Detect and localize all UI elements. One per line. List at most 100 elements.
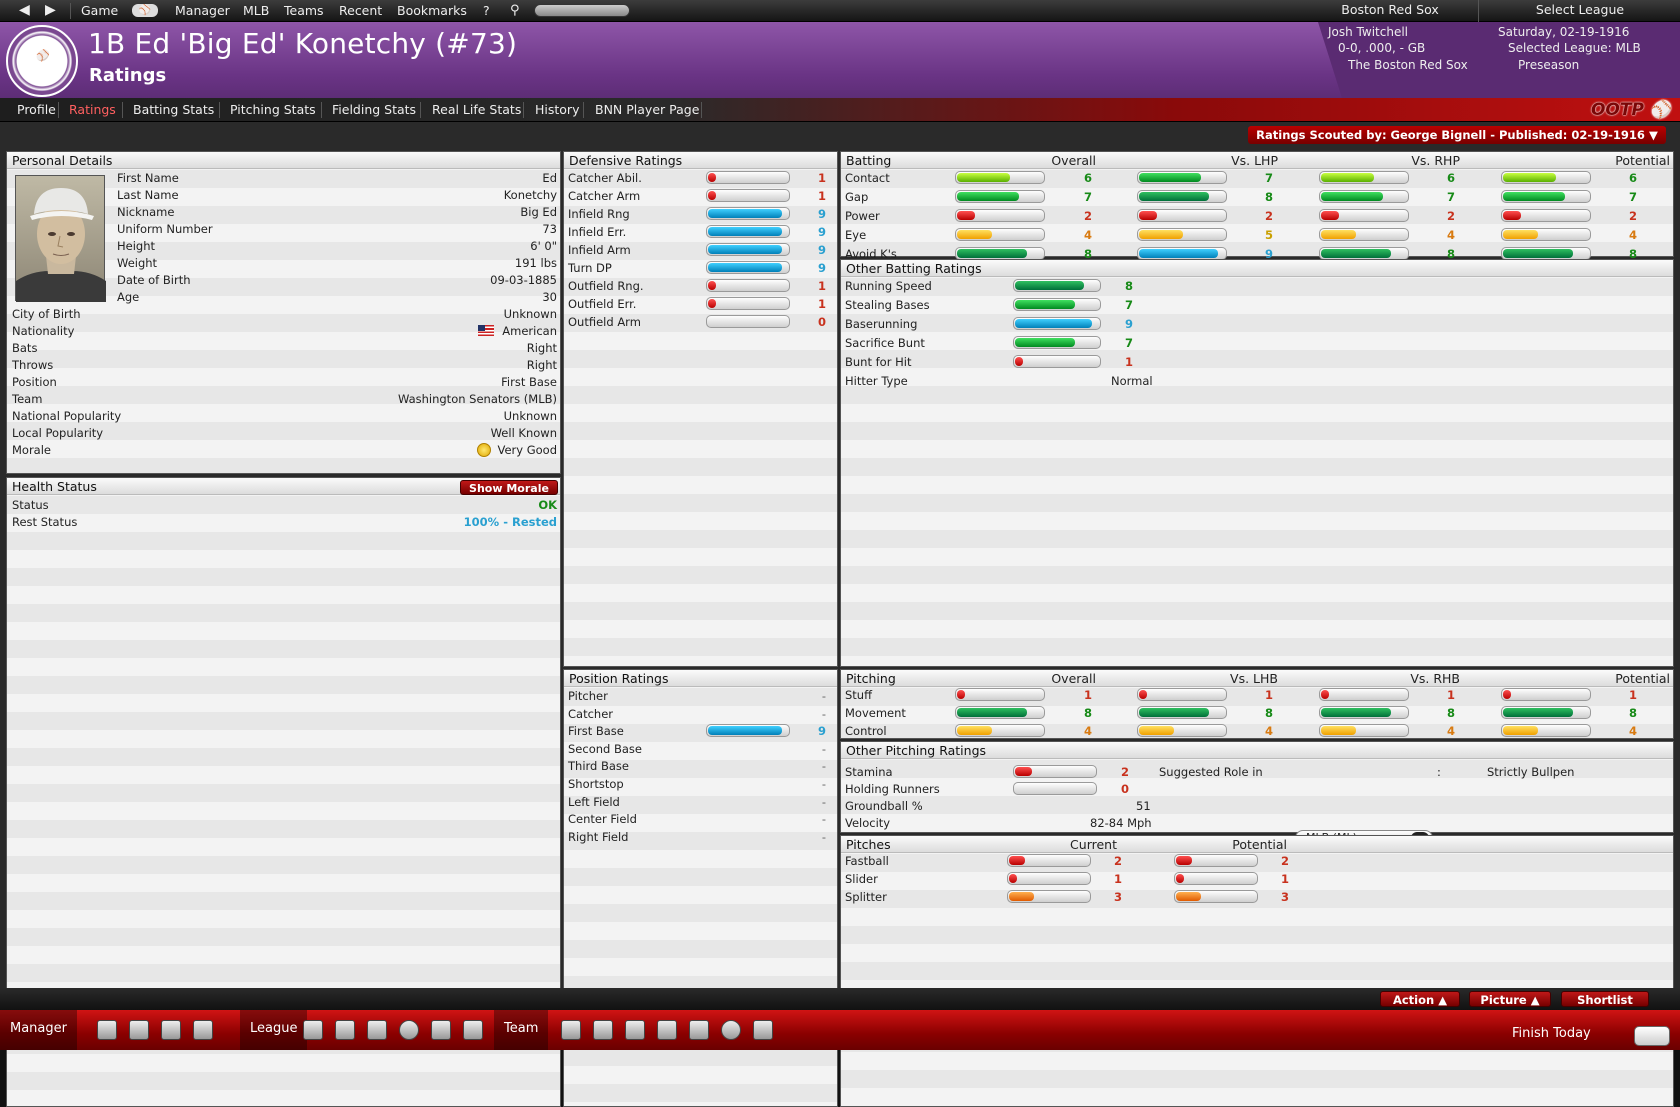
search-icon[interactable]: ⚲ [510, 0, 520, 22]
forward-arrow-icon[interactable]: ▶ [45, 0, 56, 22]
tab-history[interactable]: History [535, 98, 579, 122]
taskbar-team[interactable]: Team [494, 1010, 549, 1050]
chart-icon[interactable] [367, 1020, 387, 1040]
holding-runners-label: Holding Runners [845, 782, 940, 796]
finish-today-label[interactable]: Finish Today [1512, 1010, 1591, 1050]
personal-value-text: Big Ed [520, 205, 557, 219]
defensive-value: 9 [817, 225, 826, 239]
defensive-value: 9 [817, 261, 826, 275]
defensive-value: 1 [817, 171, 826, 185]
tab-real-life-stats[interactable]: Real Life Stats [432, 98, 521, 122]
pitches-panel: Pitches Current Potential Fastball 2 2 Slider… [840, 835, 1674, 1107]
camera-icon[interactable] [753, 1020, 773, 1040]
team-logo-icon: ⚾ [6, 25, 78, 97]
current-team[interactable]: Boston Red Sox [1290, 0, 1490, 20]
menu-teams[interactable]: Teams [284, 0, 324, 22]
player-icon[interactable] [593, 1020, 613, 1040]
search-input[interactable] [534, 4, 630, 17]
action-button[interactable]: Action ▲ [1380, 991, 1460, 1007]
clipboard-icon[interactable] [431, 1020, 451, 1040]
rating-value: 6 [1446, 171, 1455, 185]
home-icon[interactable] [303, 1020, 323, 1040]
column-header: Vs. RHB [1410, 671, 1460, 686]
panel-header: Personal Details [7, 152, 560, 169]
menu-manager[interactable]: Manager [175, 0, 230, 22]
personal-value: Right [527, 358, 557, 372]
pitch-rating-bar [1174, 854, 1258, 867]
defensive-value: 1 [817, 297, 826, 311]
defensive-rating-bar [706, 279, 790, 292]
personal-label: Team [12, 392, 43, 406]
menu-bookmarks[interactable]: Bookmarks [397, 0, 467, 22]
shortlist-button[interactable]: Shortlist [1561, 991, 1649, 1007]
trash-icon[interactable] [335, 1020, 355, 1040]
menu-game[interactable]: Game [81, 0, 118, 22]
menu-mlb[interactable]: MLB [243, 0, 269, 22]
personal-label: Morale [12, 443, 52, 457]
personal-value-text[interactable]: Washington Senators (MLB) [398, 392, 557, 406]
taskbar-manager[interactable]: Manager [0, 1010, 77, 1050]
select-league-button[interactable]: Select League [1480, 0, 1680, 20]
manager-name[interactable]: Josh Twitchell [1328, 25, 1408, 39]
divider [219, 102, 220, 118]
rating-bar [1319, 724, 1409, 737]
clipboard-icon[interactable] [657, 1020, 677, 1040]
home-icon[interactable] [97, 1020, 117, 1040]
player-header: ⚾ 1B Ed 'Big Ed' Konetchy (#73) Ratings … [0, 22, 1680, 98]
column-header: Overall [1051, 671, 1096, 686]
rest-status-label: Rest Status [12, 515, 78, 529]
other-batting-value: 9 [1124, 317, 1133, 331]
defensive-value: 0 [817, 315, 826, 329]
tab-batting-stats[interactable]: Batting Stats [133, 98, 214, 122]
status-value: OK [538, 498, 557, 512]
menu-help[interactable]: ? [483, 0, 490, 22]
top-menu-bar: ◀ ▶ Game ⚾ Manager MLB Teams Recent Book… [0, 0, 1680, 22]
personal-value-text: 6' 0" [530, 239, 557, 253]
current-date: Saturday, 02-19-1916 [1498, 25, 1630, 39]
scouted-by-label: Ratings Scouted by: George Bignell - Pub… [1256, 128, 1645, 142]
search-icon[interactable] [161, 1020, 181, 1040]
defensive-rating-bar [706, 171, 790, 184]
page-subtitle: Ratings [89, 65, 167, 86]
back-arrow-icon[interactable]: ◀ [19, 0, 30, 22]
divider [701, 102, 702, 118]
show-morale-button[interactable]: Show Morale [460, 480, 558, 495]
defensive-rating-bar [706, 189, 790, 202]
rating-value: 2 [1264, 209, 1273, 223]
baseball-icon[interactable] [399, 1020, 419, 1040]
camera-icon[interactable] [193, 1020, 213, 1040]
holding-runners-value: 0 [1120, 782, 1129, 796]
chevron-up-icon: ▲ [1530, 993, 1540, 1007]
diamond-icon[interactable] [625, 1020, 645, 1040]
personal-value-text: First Base [501, 375, 557, 389]
personal-value-text: 30 [542, 290, 557, 304]
tab-fielding-stats[interactable]: Fielding Stats [332, 98, 416, 122]
other-batting-bar [1013, 298, 1101, 311]
home-icon[interactable] [561, 1020, 581, 1040]
camera-icon[interactable] [463, 1020, 483, 1040]
picture-button[interactable]: Picture ▲ [1469, 991, 1551, 1007]
coin-icon[interactable] [721, 1020, 741, 1040]
calendar-icon[interactable] [1634, 1026, 1670, 1046]
personal-value-text: Right [526, 358, 557, 372]
tab-profile[interactable]: Profile [17, 98, 56, 122]
position-value: - [821, 794, 827, 809]
pitch-value: 3 [1280, 890, 1289, 904]
manager-info: Josh Twitchell 0-0, .000, - GB The Bosto… [1318, 22, 1680, 98]
search-icon[interactable] [689, 1020, 709, 1040]
mail-icon[interactable] [129, 1020, 149, 1040]
rating-label: Gap [845, 190, 869, 204]
rating-value: 4 [1083, 724, 1092, 738]
other-batting-bar [1013, 355, 1101, 368]
baseball-icon[interactable]: ⚾ [132, 4, 158, 17]
tab-pitching-stats[interactable]: Pitching Stats [230, 98, 316, 122]
defensive-rating-bar [706, 225, 790, 238]
taskbar-league[interactable]: League [240, 1010, 308, 1050]
stamina-label: Stamina [845, 765, 893, 779]
scouting-report-selector[interactable]: Ratings Scouted by: George Bignell - Pub… [1248, 126, 1666, 144]
menu-recent[interactable]: Recent [339, 0, 382, 22]
divider [58, 102, 59, 118]
tab-bnn-player-page[interactable]: BNN Player Page [595, 98, 699, 122]
tab-ratings[interactable]: Ratings [69, 98, 116, 122]
other-pitching-panel: Other Pitching Ratings Stamina 2 Holding… [840, 741, 1674, 846]
